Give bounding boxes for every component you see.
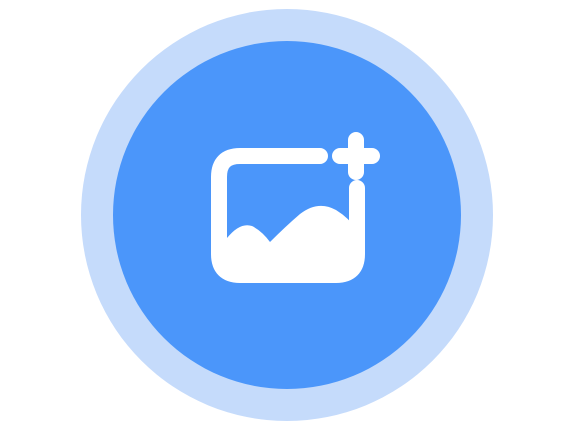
- mountains-shape: [227, 205, 357, 267]
- add-image-badge[interactable]: [0, 0, 585, 427]
- add-image-icon: [211, 132, 380, 283]
- plus-vertical: [348, 132, 364, 180]
